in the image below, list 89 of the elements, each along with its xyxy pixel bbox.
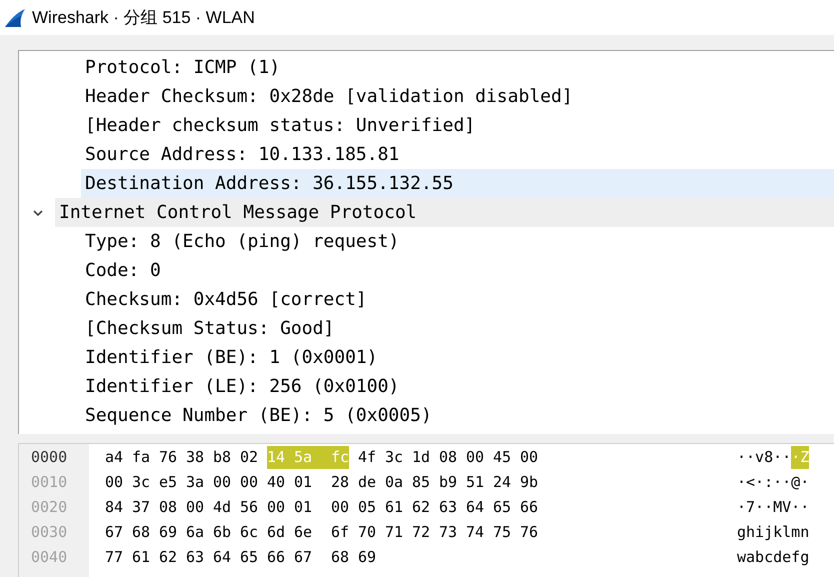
hex-byte: 70 [358, 522, 376, 543]
hex-byte: e5 [159, 472, 177, 493]
hex-byte: 62 [159, 547, 177, 568]
hex-byte: 4d [213, 497, 231, 518]
hex-byte: 24 [493, 472, 511, 493]
hex-byte: 62 [412, 497, 430, 518]
hex-byte: 08 [439, 447, 457, 468]
ascii-text: ·<·:··@· [737, 472, 810, 493]
hex-byte: 3c [132, 472, 150, 493]
hex-byte: 00 [466, 447, 484, 468]
hex-byte: 66 [267, 547, 285, 568]
hex-byte: 00 [186, 497, 204, 518]
hex-byte: a4 [105, 447, 123, 468]
hex-byte: 6b [213, 522, 231, 543]
hex-byte: 67 [294, 547, 312, 568]
hex-byte: 6d [267, 522, 285, 543]
tree-item[interactable]: Destination Address: 36.155.132.55 [81, 169, 834, 198]
offset-label: 0030 [30, 522, 68, 543]
hex-byte: 69 [358, 547, 376, 568]
offset-label: 0000 [30, 447, 68, 468]
hex-byte: 5a [294, 446, 331, 469]
hex-byte: 68 [132, 522, 150, 543]
hex-byte: 0a [385, 472, 403, 493]
window-title: Wireshark · 分组 515 · WLAN [32, 6, 255, 29]
hex-byte: 63 [439, 497, 457, 518]
hex-byte: 74 [466, 522, 484, 543]
hex-byte: 45 [493, 447, 511, 468]
hex-byte: 68 [331, 547, 349, 568]
hex-byte: 6c [240, 522, 258, 543]
hex-byte: 00 [213, 472, 231, 493]
offset-label: 0040 [30, 547, 68, 568]
hex-byte: 14 [267, 446, 294, 469]
hex-byte: 85 [412, 472, 430, 493]
hex-byte: 56 [240, 497, 258, 518]
hex-byte: de [358, 472, 376, 493]
hex-byte: 4f [358, 447, 376, 468]
hex-byte: 00 [240, 472, 258, 493]
hex-byte: b9 [439, 472, 457, 493]
ascii-text: ··v8·· [737, 447, 792, 468]
hex-byte: 84 [105, 497, 123, 518]
hex-byte: 69 [159, 522, 177, 543]
hex-byte: 01 [294, 472, 312, 493]
hex-byte: 61 [132, 547, 150, 568]
hex-byte: 00 [267, 497, 285, 518]
hex-byte: fc [331, 446, 349, 469]
hex-byte: b8 [213, 447, 231, 468]
hex-byte: 6f [331, 522, 349, 543]
hex-byte: 05 [358, 497, 376, 518]
shark-fin-icon [4, 8, 26, 28]
hex-byte: 66 [520, 497, 538, 518]
hex-byte: 76 [159, 447, 177, 468]
hex-byte: 00 [105, 472, 123, 493]
hex-byte: 64 [466, 497, 484, 518]
ascii-text: wabcdefg [737, 547, 810, 568]
offset-label: 0010 [30, 472, 68, 493]
hex-byte: 28 [331, 472, 349, 493]
hex-byte: 65 [493, 497, 511, 518]
hex-byte: 9b [520, 472, 538, 493]
hex-byte: 08 [159, 497, 177, 518]
hex-byte: 63 [186, 547, 204, 568]
offset-label: 0020 [30, 497, 68, 518]
hex-byte: fa [132, 447, 150, 468]
hex-byte: 6a [186, 522, 204, 543]
hex-byte: 77 [105, 547, 123, 568]
hex-byte: 75 [493, 522, 511, 543]
hex-byte: 40 [267, 472, 285, 493]
hex-byte: 65 [240, 547, 258, 568]
hex-byte: 64 [213, 547, 231, 568]
ascii-text: ·7··MV·· [737, 497, 810, 518]
hex-byte: 37 [132, 497, 150, 518]
hex-byte: 00 [520, 447, 538, 468]
hex-byte: 76 [520, 522, 538, 543]
tree-item[interactable]: Internet Control Message Protocol [55, 198, 834, 227]
hex-byte: 00 [331, 497, 349, 518]
ascii-text: ghijklmn [737, 522, 810, 543]
hex-byte: 61 [385, 497, 403, 518]
ascii-text: ·Z [791, 446, 810, 469]
hex-byte: 51 [466, 472, 484, 493]
hex-byte: 73 [439, 522, 457, 543]
hex-byte: 6e [294, 522, 312, 543]
hex-byte: 3a [186, 472, 204, 493]
hex-byte: 67 [105, 522, 123, 543]
hex-byte: 38 [186, 447, 204, 468]
hex-byte: 71 [385, 522, 403, 543]
hex-byte: 72 [412, 522, 430, 543]
hex-byte: 01 [294, 497, 312, 518]
hex-byte: 02 [240, 447, 258, 468]
hex-byte: 3c [385, 447, 403, 468]
hex-byte: 1d [412, 447, 430, 468]
